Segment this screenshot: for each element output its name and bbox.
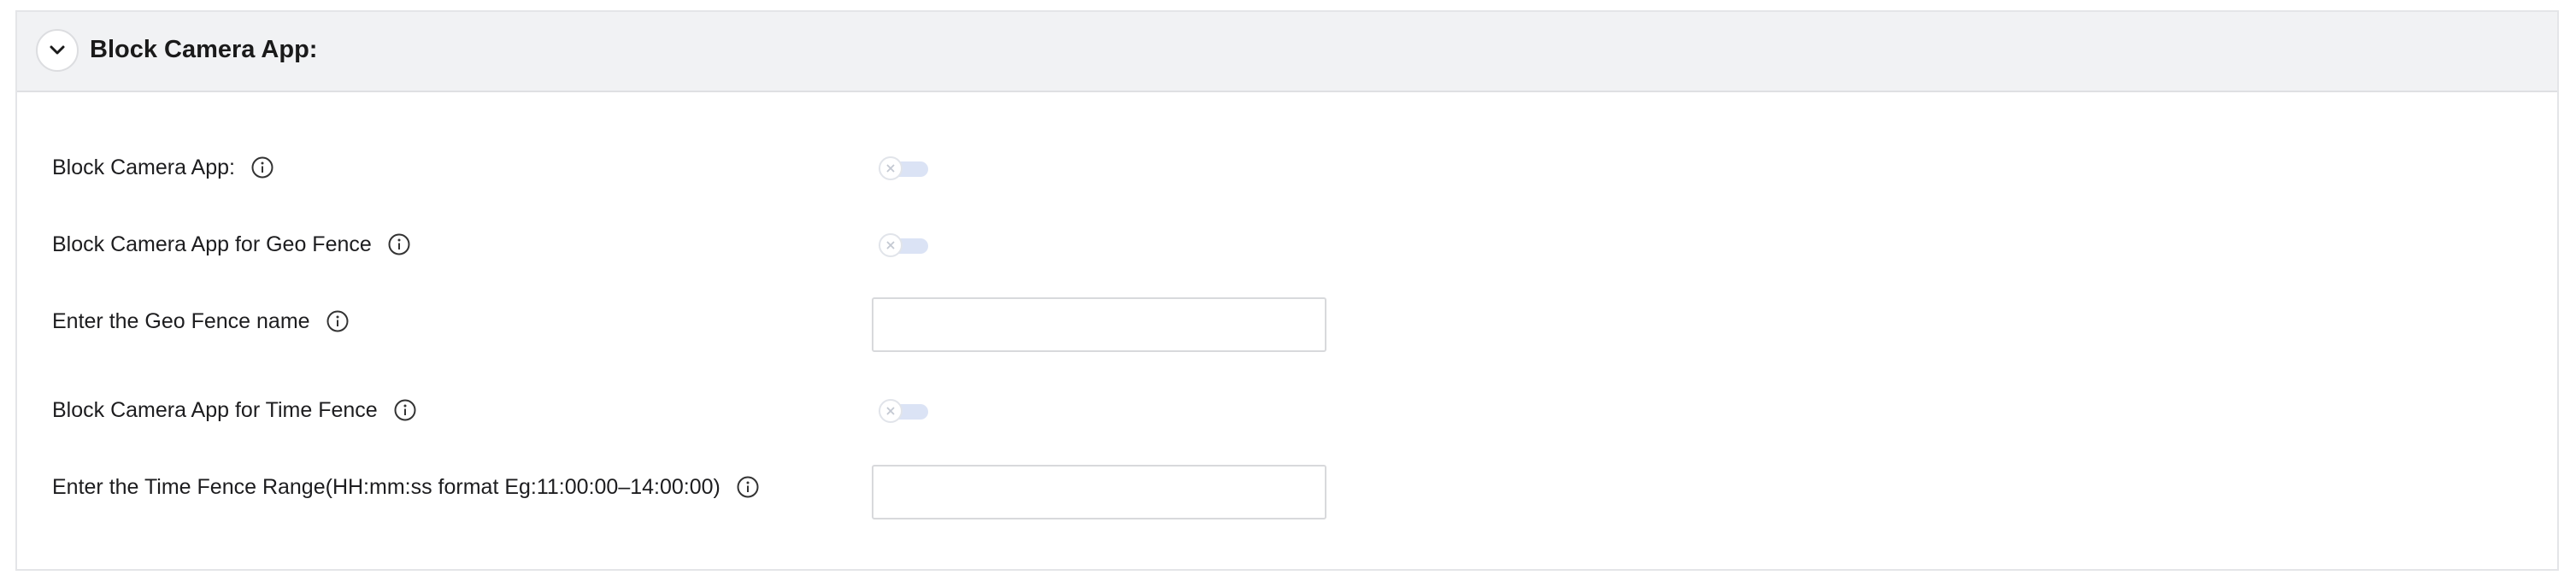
setting-label: Block Camera App for Time Fence xyxy=(52,398,378,422)
row-label-wrap: Block Camera App for Time Fence xyxy=(52,396,417,424)
info-icon[interactable] xyxy=(250,156,274,179)
geo-fence-toggle[interactable] xyxy=(879,233,930,257)
time-fence-toggle[interactable] xyxy=(879,399,930,423)
block-camera-app-toggle[interactable] xyxy=(879,156,930,180)
toggle-off-x-icon xyxy=(879,156,903,180)
row-label-wrap: Enter the Time Fence Range(HH:mm:ss form… xyxy=(52,473,760,501)
panel-title: Block Camera App: xyxy=(90,36,318,63)
block-camera-app-panel: Block Camera App: Block Camera App: Bloc… xyxy=(15,10,2559,571)
row-label-wrap: Enter the Geo Fence name xyxy=(52,308,350,335)
info-icon[interactable] xyxy=(326,309,350,333)
setting-label: Enter the Time Fence Range(HH:mm:ss form… xyxy=(52,475,720,499)
info-icon[interactable] xyxy=(387,232,411,256)
chevron-down-icon xyxy=(50,45,65,55)
toggle-off-x-icon xyxy=(879,233,903,257)
setting-label: Enter the Geo Fence name xyxy=(52,309,310,333)
row-label-wrap: Block Camera App: xyxy=(52,154,274,181)
row-label-wrap: Block Camera App for Geo Fence xyxy=(52,231,411,258)
geo-fence-name-input[interactable] xyxy=(872,297,1326,352)
collapse-button[interactable] xyxy=(36,29,79,72)
toggle-off-x-icon xyxy=(879,399,903,423)
info-icon[interactable] xyxy=(736,475,760,499)
setting-label: Block Camera App: xyxy=(52,156,235,179)
info-icon[interactable] xyxy=(393,398,417,422)
setting-label: Block Camera App for Geo Fence xyxy=(52,232,372,256)
panel-header: Block Camera App: xyxy=(17,12,2557,92)
time-fence-range-input[interactable] xyxy=(872,465,1326,519)
